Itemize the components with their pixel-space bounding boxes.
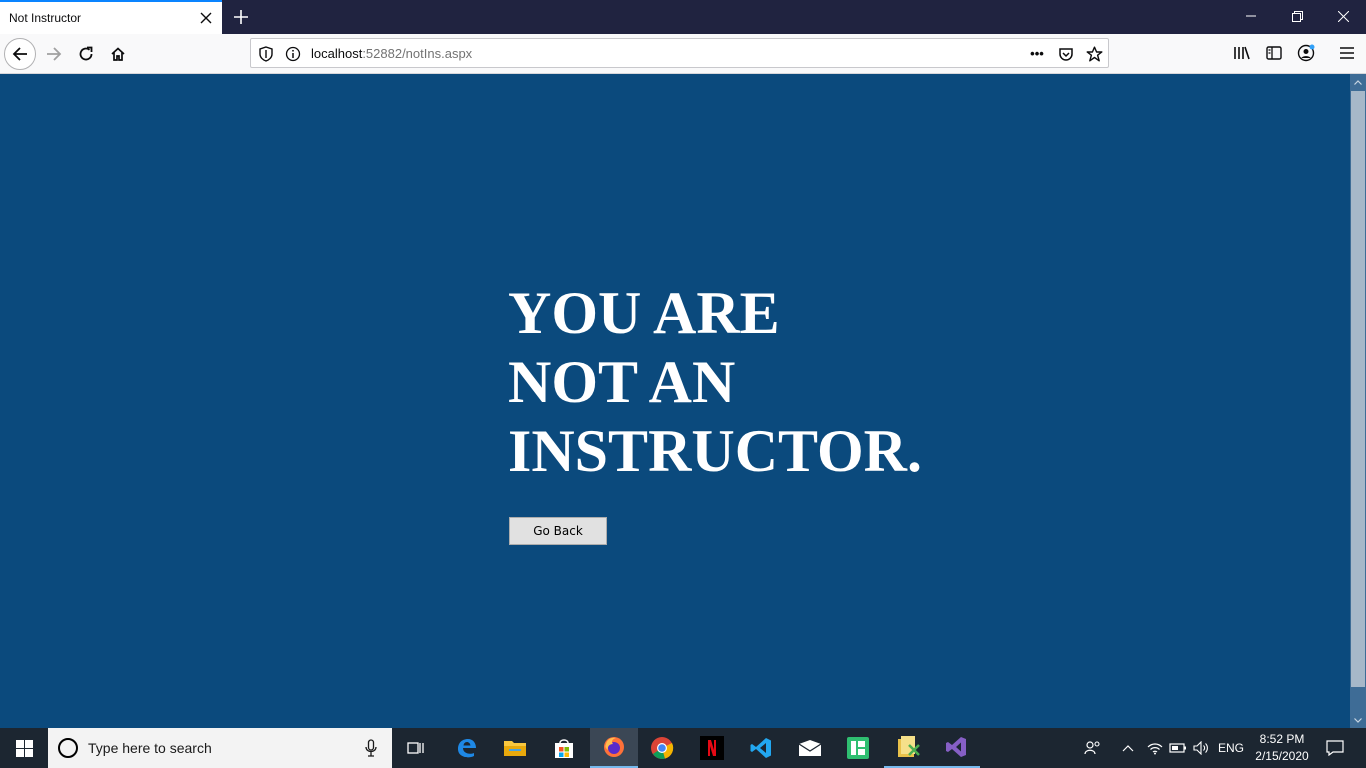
back-arrow-icon <box>12 47 27 61</box>
pocket-icon[interactable] <box>1057 45 1075 63</box>
vscode-icon <box>750 738 771 758</box>
close-tab-icon[interactable] <box>196 8 216 28</box>
browser-tab[interactable]: Not Instructor <box>0 0 222 34</box>
scroll-down-arrow-icon[interactable] <box>1350 712 1366 728</box>
netflix-icon <box>700 736 724 760</box>
navigation-bar: localhost:52882/notIns.aspx ••• <box>0 34 1366 74</box>
taskbar-firefox[interactable] <box>590 728 638 768</box>
title-bar: Not Instructor <box>0 0 1366 34</box>
taskbar-vscode[interactable] <box>737 728 785 768</box>
vertical-scrollbar[interactable] <box>1350 74 1366 728</box>
tracking-protection-shield-icon[interactable] <box>257 45 275 63</box>
headline-line-2: NOT AN <box>508 349 736 415</box>
search-placeholder: Type here to search <box>88 740 212 756</box>
sidebar-toggle-icon[interactable] <box>1264 43 1284 63</box>
restore-button[interactable] <box>1274 0 1320 32</box>
action-center-button[interactable] <box>1318 728 1352 768</box>
cortana-icon <box>58 738 78 758</box>
headline-line-3: INSTRUCTOR. <box>508 418 922 484</box>
clock-time: 8:52 PM <box>1259 732 1305 746</box>
library-icon[interactable] <box>1232 43 1252 63</box>
page-body: YOU ARE NOT AN INSTRUCTOR. Go Back <box>0 74 1350 728</box>
minimize-button[interactable] <box>1228 0 1274 32</box>
chrome-icon <box>651 737 674 759</box>
firefox-icon <box>604 737 624 757</box>
taskbar-green-app[interactable] <box>834 728 882 768</box>
people-icon[interactable] <box>1082 728 1104 768</box>
hamburger-menu-icon[interactable] <box>1337 43 1357 63</box>
address-bar[interactable]: localhost:52882/notIns.aspx ••• <box>250 38 1109 68</box>
clock-date: 2/15/2020 <box>1255 749 1309 763</box>
reload-icon <box>79 46 93 61</box>
wifi-icon[interactable] <box>1144 728 1166 768</box>
taskbar-file-tool[interactable] <box>884 728 932 768</box>
taskbar-store[interactable] <box>540 728 588 768</box>
taskbar-visual-studio[interactable] <box>932 728 980 768</box>
url-text: localhost:52882/notIns.aspx <box>311 46 472 61</box>
task-view-icon <box>407 742 424 754</box>
taskbar-file-explorer[interactable] <box>491 728 539 768</box>
language-indicator[interactable]: ENG <box>1214 728 1248 768</box>
home-icon <box>111 47 125 61</box>
forward-arrow-icon <box>47 47 62 61</box>
page-actions-icon[interactable]: ••• <box>1028 44 1046 62</box>
show-hidden-icons-chevron-icon[interactable] <box>1118 728 1138 768</box>
close-window-button[interactable] <box>1320 0 1366 32</box>
battery-icon[interactable] <box>1167 728 1189 768</box>
headline-line-1: YOU ARE <box>508 280 780 346</box>
file-tool-icon <box>898 736 920 757</box>
taskbar-netflix[interactable] <box>688 728 736 768</box>
go-back-button[interactable]: Go Back <box>509 517 607 545</box>
home-button[interactable] <box>102 38 134 70</box>
account-icon[interactable] <box>1296 43 1316 63</box>
folder-icon <box>504 741 526 756</box>
tab-title: Not Instructor <box>9 11 82 25</box>
taskbar-edge[interactable] <box>443 728 491 768</box>
taskbar-mail[interactable] <box>786 728 834 768</box>
new-tab-button[interactable] <box>228 5 254 29</box>
scroll-thumb[interactable] <box>1351 91 1365 687</box>
url-path: :52882/notIns.aspx <box>362 46 473 61</box>
site-info-icon[interactable] <box>284 45 302 63</box>
windows-logo-icon <box>15 739 33 757</box>
reload-button[interactable] <box>70 38 102 70</box>
visual-studio-icon <box>946 737 966 757</box>
notification-icon <box>1326 740 1344 756</box>
green-app-icon <box>847 737 869 759</box>
start-button[interactable] <box>0 728 48 768</box>
store-bag-icon <box>555 739 573 758</box>
url-host: localhost <box>311 46 363 61</box>
taskbar-chrome[interactable] <box>638 728 686 768</box>
volume-icon[interactable] <box>1190 728 1212 768</box>
taskbar: Type here to search ENG 8:52 PM 2/15/202… <box>0 728 1366 768</box>
edge-icon <box>458 739 476 758</box>
scroll-up-arrow-icon[interactable] <box>1350 74 1366 90</box>
bookmark-star-icon[interactable] <box>1085 45 1103 63</box>
clock[interactable]: 8:52 PM 2/15/2020 <box>1248 731 1316 765</box>
forward-button[interactable] <box>38 38 70 70</box>
task-view-button[interactable] <box>392 728 440 768</box>
back-button[interactable] <box>4 38 36 70</box>
taskbar-search-box[interactable]: Type here to search <box>48 728 392 768</box>
microphone-icon[interactable] <box>364 738 378 758</box>
headline: YOU ARE NOT AN INSTRUCTOR. <box>508 279 922 486</box>
mail-icon <box>798 740 822 756</box>
